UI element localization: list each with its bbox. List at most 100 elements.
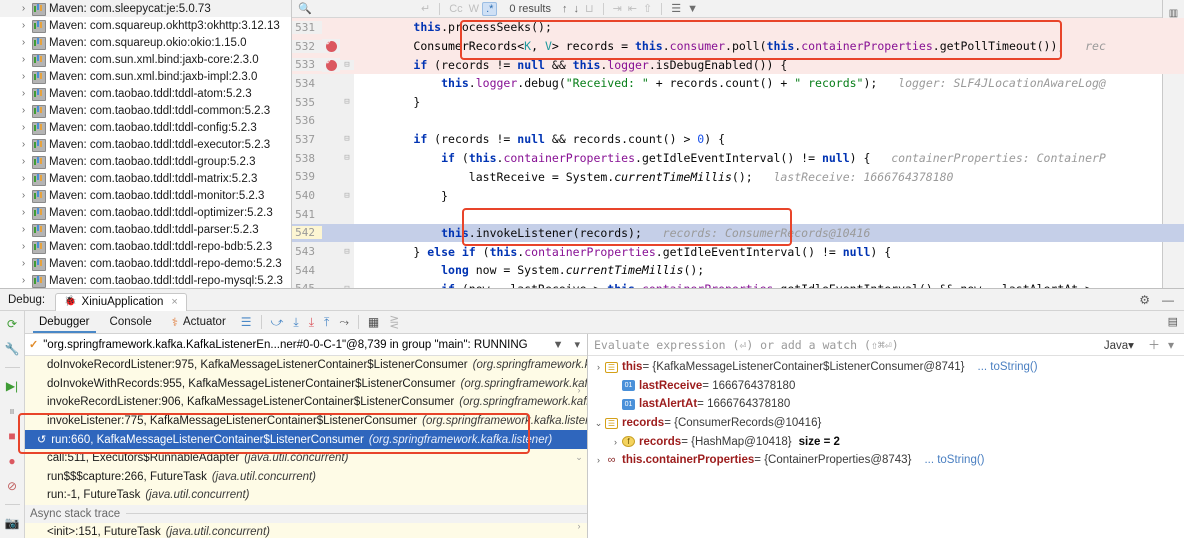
step-out-icon[interactable]: ⤒ (319, 315, 334, 330)
minimize-icon[interactable]: — (1162, 293, 1174, 307)
stack-frame[interactable]: <init>:151, FutureTask (java.util.concurr… (25, 523, 587, 538)
settings-wrench-icon[interactable]: 🔧 (4, 341, 20, 357)
step-into-icon[interactable]: ⤓ (288, 315, 303, 330)
remove-occurrence-icon[interactable]: ⇤ (625, 2, 640, 15)
code-line[interactable]: 533 ⊟ if (records != null && this.logger.… (292, 55, 1184, 75)
variable-row[interactable]: › ∞ this.containerProperties = {ContainerP… (588, 451, 1184, 470)
chevron-right-icon[interactable]: › (592, 362, 605, 372)
chevron-down-icon[interactable]: ▾ (571, 338, 583, 351)
project-tree[interactable]: › Maven: com.sleepycat:je:5.0.73 › Maven: c… (0, 0, 292, 288)
stack-frames-list[interactable]: › ⌄ › doInvokeRecordListener:975, KafkaM… (25, 356, 587, 538)
filter-icon[interactable]: ▼ (684, 3, 701, 15)
code-line[interactable]: 539 lastReceive = System.currentTimeMill… (292, 168, 1184, 187)
debug-session-tab[interactable]: 🐞 XiniuApplication × (55, 292, 187, 311)
tree-item[interactable]: › Maven: com.taobao.tddl:tddl-parser:5.2.… (0, 221, 291, 238)
fold-toggle-icon[interactable]: ⊟ (340, 97, 354, 108)
chevron-right-icon[interactable]: › (18, 275, 29, 286)
tree-item[interactable]: › Maven: com.squareup.okio:okio:1.15.0 (0, 34, 291, 51)
arrow-up-icon[interactable]: ↑ (559, 3, 571, 15)
fold-toggle-icon[interactable]: ⊟ (340, 283, 354, 288)
evaluate-expression-bar[interactable]: Evaluate expression (⏎) or add a watch (… (588, 334, 1184, 356)
mute-breakpoints-icon[interactable]: ⊘ (4, 478, 20, 494)
tree-item[interactable]: › Maven: com.taobao.tddl:tddl-repo-bdb:5.… (0, 238, 291, 255)
thread-selector[interactable]: ✓ "org.springframework.kafka.KafkaListen… (25, 334, 587, 356)
code-line[interactable]: 542 this.invokeListener(records); record… (292, 223, 1184, 243)
tree-item[interactable]: › Maven: com.taobao.tddl:tddl-optimizer:5… (0, 204, 291, 221)
chevron-right-icon[interactable]: › (18, 20, 29, 31)
tree-item[interactable]: › Maven: com.taobao.tddl:tddl-matrix:5.2.… (0, 170, 291, 187)
language-selector[interactable]: Java▾ (1104, 338, 1134, 352)
chevron-right-icon[interactable]: › (18, 105, 29, 116)
chevron-right-icon[interactable]: › (18, 3, 29, 14)
code-line[interactable]: 543 ⊟ } else if (this.containerProperties… (292, 242, 1184, 261)
fold-toggle-icon[interactable]: ⊟ (340, 190, 354, 201)
stack-frame[interactable]: doInvokeRecordListener:975, KafkaMessage… (25, 356, 587, 375)
code-line[interactable]: 544 long now = System.currentTimeMillis(… (292, 261, 1184, 280)
variable-row[interactable]: › f records = {HashMap@10418} size = 2 (588, 432, 1184, 451)
step-over-icon[interactable]: ⤻ (266, 315, 289, 330)
code-line[interactable]: 540 ⊟ } (292, 186, 1184, 205)
chevron-right-icon[interactable]: › (592, 455, 605, 465)
tree-item[interactable]: › Maven: com.taobao.tddl:tddl-config:5.2.… (0, 119, 291, 136)
chevron-right-icon[interactable]: › (18, 207, 29, 218)
stack-frame[interactable]: run$$$capture:266, FutureTask (java.util.… (25, 468, 587, 487)
chevron-right-icon[interactable]: › (18, 37, 29, 48)
tree-item[interactable]: › Maven: com.taobao.tddl:tddl-executor:5.… (0, 136, 291, 153)
code-line[interactable]: 538 ⊟ if (this.containerProperties.getIdl… (292, 149, 1184, 168)
tree-item[interactable]: › Maven: com.taobao.tddl:tddl-repo-demo:5… (0, 255, 291, 272)
code-line[interactable]: 531 this.processSeeks(); (292, 18, 1184, 37)
tree-item[interactable]: › Maven: com.taobao.tddl:tddl-atom:5.2.3 (0, 85, 291, 102)
chevron-right-icon[interactable]: › (609, 437, 622, 447)
enter-icon[interactable]: ↵ (418, 2, 433, 15)
chevron-right-icon[interactable]: › (18, 122, 29, 133)
regex-button[interactable]: .* (482, 1, 498, 16)
debug-toolbar[interactable]: Debugger Console ⚕ Actuator ☰ ⤻ ⤓ ⤓ ⤒ ⤳ … (25, 311, 1184, 334)
debug-actions-rail[interactable]: ⟳ 🔧 ▶| ⏸ ■ ● ⊘ 📷 ⚙ (0, 311, 25, 538)
code-line[interactable]: 535 ⊟ } (292, 93, 1184, 112)
tree-item[interactable]: › Maven: com.taobao.tddl:tddl-group:5.2.3 (0, 153, 291, 170)
resume-icon[interactable]: ▶| (4, 378, 20, 394)
rerun-icon[interactable]: ⟳ (4, 316, 20, 332)
code-editor[interactable]: 531 this.processSeeks();532 ConsumerReco… (292, 18, 1184, 288)
add-watch-icon[interactable]: ＋ (1144, 336, 1164, 353)
force-step-into-icon[interactable]: ⤓ (304, 315, 319, 330)
stack-frame[interactable]: run:-1, FutureTask (java.util.concurrent) (25, 486, 587, 505)
fold-toggle-icon[interactable]: ⊟ (340, 153, 354, 164)
search-input[interactable]: 🔍 (298, 2, 418, 15)
code-line[interactable]: 534 this.logger.debug("Received: " + rec… (292, 74, 1184, 93)
code-line[interactable]: 545 ⊟ if (now - lastReceive > this.contai… (292, 280, 1184, 288)
fold-toggle-icon[interactable]: ⊟ (340, 134, 354, 145)
run-to-cursor-icon[interactable]: ⤳ (334, 315, 354, 330)
tab-debugger[interactable]: Debugger (29, 312, 100, 333)
threads-icon[interactable]: ☰ (236, 315, 257, 329)
add-occurrence-icon[interactable]: ⇥ (610, 2, 625, 15)
chevron-right-icon[interactable]: › (18, 241, 29, 252)
trace-current-stream-icon[interactable]: ⋛ (384, 315, 404, 329)
chevron-down-icon[interactable]: ▾ (1164, 338, 1178, 352)
tree-item[interactable]: › Maven: com.sun.xml.bind:jaxb-impl:2.3.0 (0, 68, 291, 85)
variable-row[interactable]: › ☰ this = {KafkaMessageListenerContainer$… (588, 358, 1184, 377)
stack-frame[interactable]: call:511, Executors$RunnableAdapter (java… (25, 449, 587, 468)
code-line[interactable]: 532 ConsumerRecords<K, V> records = this… (292, 36, 1184, 56)
code-line[interactable]: 536 (292, 111, 1184, 130)
stack-frame[interactable]: invokeListener:775, KafkaMessageListener… (25, 412, 587, 431)
fold-toggle-icon[interactable]: ⊟ (340, 59, 354, 70)
stop-icon[interactable]: ■ (4, 428, 20, 444)
tab-actuator[interactable]: ⚕ Actuator (162, 311, 236, 333)
stack-frame-selected[interactable]: ↺ run:660, KafkaMessageListenerContainer$… (25, 430, 587, 449)
match-case-button[interactable]: Cc (446, 3, 465, 15)
variable-row[interactable]: 01 lastReceive = 1666764378180 (588, 377, 1184, 396)
select-all-icon[interactable]: ⊔ (582, 2, 597, 15)
tree-item[interactable]: › Maven: com.taobao.tddl:tddl-common:5.2.… (0, 102, 291, 119)
chevron-right-icon[interactable]: › (18, 88, 29, 99)
tree-item[interactable]: › Maven: com.taobao.tddl:tddl-repo-mysql:… (0, 272, 291, 288)
words-button[interactable]: W (466, 3, 482, 15)
evaluate-expression-icon[interactable]: ▦ (363, 315, 384, 329)
filter-lines-icon[interactable]: ☰ (668, 2, 684, 15)
chevron-right-icon[interactable]: › (18, 258, 29, 269)
chevron-right-icon[interactable]: › (18, 156, 29, 167)
fold-toggle-icon[interactable]: ⊟ (340, 246, 354, 257)
to-string-link[interactable]: ... toString() (924, 454, 984, 466)
tree-item[interactable]: › Maven: com.sleepycat:je:5.0.73 (0, 0, 291, 17)
close-icon[interactable]: × (171, 296, 177, 308)
